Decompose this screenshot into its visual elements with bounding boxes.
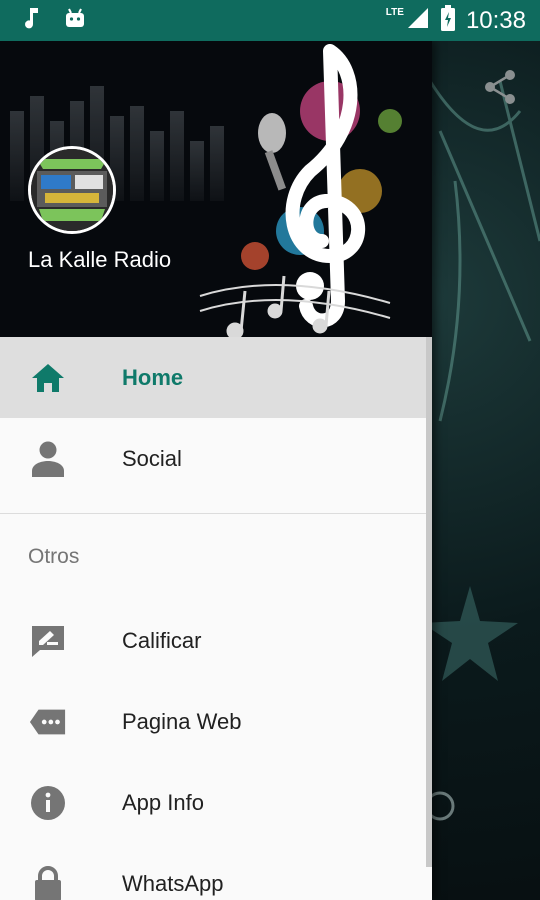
menu-item-label: Calificar [122,627,202,653]
menu-item-pagina-web[interactable]: Pagina Web [0,681,432,762]
menu-item-label: Social [122,445,182,471]
menu-item-label: Pagina Web [122,708,242,734]
menu-item-label: App Info [122,789,204,815]
home-icon [29,359,67,397]
signal-icon [406,6,430,35]
menu-item-whatsapp[interactable]: WhatsApp [0,843,432,900]
section-header-otros: Otros [28,545,80,568]
menu-item-calificar[interactable]: Calificar [0,600,432,681]
menu-item-label: WhatsApp [122,870,224,896]
station-name: La Kalle Radio [28,247,172,272]
battery-icon [440,5,456,36]
status-time: 10:38 [465,6,526,34]
lock-icon [29,865,67,900]
music-note-icon [22,6,42,35]
menu-item-home[interactable]: Home [0,337,432,418]
avatar [28,146,116,234]
web-tag-icon [29,703,67,741]
android-icon [64,7,86,34]
network-type-label: LTE [385,7,404,18]
drawer-header: La Kalle Radio [0,41,432,337]
drawer-menu: Home Social Otros Calificar Pagina Web A… [0,337,432,900]
menu-item-app-info[interactable]: App Info [0,762,432,843]
rate-review-icon [29,622,67,660]
status-bar: LTE 10:38 [0,0,540,41]
share-icon[interactable] [484,69,518,110]
menu-item-label: Home [122,364,184,390]
menu-item-social[interactable]: Social [0,418,432,499]
scrollbar[interactable] [426,337,432,867]
info-icon [29,784,67,822]
person-icon [29,440,67,478]
navigation-drawer: La Kalle Radio Home Social Otros Calific… [0,41,432,900]
